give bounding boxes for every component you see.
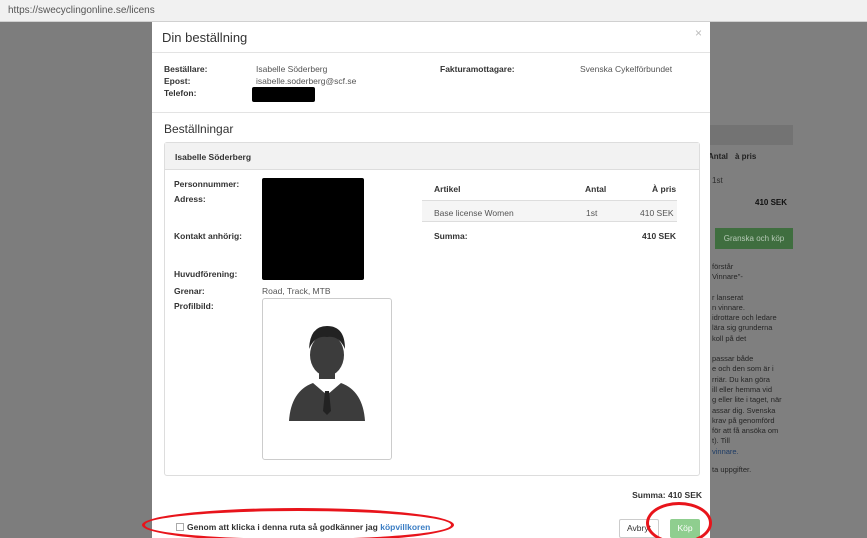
profilbild-label: Profilbild:	[174, 301, 214, 311]
huvudforening-label: Huvudförening:	[174, 269, 238, 279]
phone-label: Telefon:	[164, 88, 197, 98]
col-antal: Antal	[585, 184, 607, 194]
divider	[152, 52, 710, 53]
close-icon[interactable]: ×	[695, 26, 702, 40]
url-text: https://swecyclingonline.se/licens	[8, 5, 155, 16]
bg-col-antal: Antal	[708, 152, 728, 161]
order-table-row: Base license Women 1st 410 SEK	[422, 200, 677, 222]
col-artikel: Artikel	[434, 184, 461, 194]
row-apris: 410 SEK	[640, 208, 674, 218]
orderer-label: Beställare:	[164, 64, 208, 74]
order-total: Summa: 410 SEK	[632, 490, 702, 500]
bg-link: vinnare.	[712, 446, 739, 456]
adress-label: Adress:	[174, 194, 206, 204]
panel-name: Isabelle Söderberg	[175, 152, 252, 162]
email-label: Epost:	[164, 76, 191, 86]
sum-value: 410 SEK	[642, 231, 677, 241]
personnummer-label: Personnummer:	[174, 179, 240, 189]
col-apris: À pris	[652, 184, 677, 194]
email-value: isabelle.soderberg@scf.se	[256, 76, 357, 86]
row-antal: 1st	[586, 208, 598, 218]
order-panel: Isabelle Söderberg	[164, 142, 700, 476]
browser-url-bar[interactable]: https://swecyclingonline.se/licens	[0, 0, 867, 22]
invoice-label: Fakturamottagare:	[440, 64, 515, 74]
row-artikel: Base license Women	[434, 208, 514, 218]
grenar-label: Grenar:	[174, 286, 205, 296]
profile-photo	[262, 298, 392, 460]
annotation-ring-buy	[646, 502, 712, 538]
review-and-buy-button: Granska och köp	[715, 228, 793, 249]
order-modal: Din beställning × Beställare: Isabelle S…	[152, 22, 710, 538]
kontakt-label: Kontakt anhörig:	[174, 231, 242, 241]
bg-col-apris: à pris	[735, 152, 757, 161]
orders-title: Beställningar	[164, 122, 234, 136]
redacted-personal-info	[262, 178, 364, 280]
bg-price: 410 SEK	[755, 198, 788, 207]
redacted-phone	[252, 87, 315, 102]
grenar-value: Road, Track, MTB	[262, 286, 331, 296]
panel-header: Isabelle Söderberg	[165, 143, 699, 170]
invoice-value: Svenska Cykelförbundet	[580, 64, 673, 74]
bg-quantity: 1st	[712, 176, 723, 185]
background-description: förstår Vinnare"- r lanserat n vinnare. …	[712, 262, 782, 475]
avatar-placeholder-icon	[289, 326, 365, 421]
sum-label: Summa:	[434, 231, 468, 241]
orderer-value: Isabelle Söderberg	[256, 64, 328, 74]
modal-title: Din beställning	[162, 30, 248, 45]
divider	[152, 112, 710, 113]
background-table-header	[708, 125, 793, 145]
annotation-ring-consent	[142, 508, 454, 538]
